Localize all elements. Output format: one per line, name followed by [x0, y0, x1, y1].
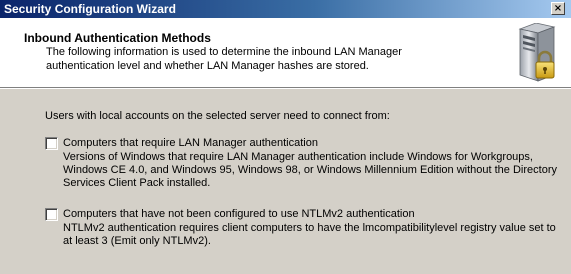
close-icon: ×	[553, 3, 563, 14]
page-title: Inbound Authentication Methods	[24, 31, 211, 45]
window-title: Security Configuration Wizard	[4, 2, 176, 16]
wizard-content: Users with local accounts on the selecte…	[0, 89, 571, 274]
page-description: The following information is used to det…	[46, 46, 402, 72]
intro-text: Users with local accounts on the selecte…	[45, 110, 390, 122]
ntlmv2-checkbox[interactable]	[45, 208, 58, 221]
close-button[interactable]: ×	[551, 2, 565, 15]
option-description: Versions of Windows that require LAN Man…	[63, 151, 557, 189]
option-label[interactable]: Computers that have not been configured …	[63, 208, 415, 220]
wizard-window: Security Configuration Wizard × Inbound …	[0, 0, 571, 274]
option-description: NTLMv2 authentication requires client co…	[63, 222, 556, 247]
title-bar[interactable]: Security Configuration Wizard ×	[0, 0, 571, 18]
server-lock-icon	[518, 23, 556, 82]
wizard-header: Inbound Authentication Methods The follo…	[0, 18, 571, 88]
lan-manager-checkbox[interactable]	[45, 137, 58, 150]
option-label[interactable]: Computers that require LAN Manager authe…	[63, 137, 318, 149]
